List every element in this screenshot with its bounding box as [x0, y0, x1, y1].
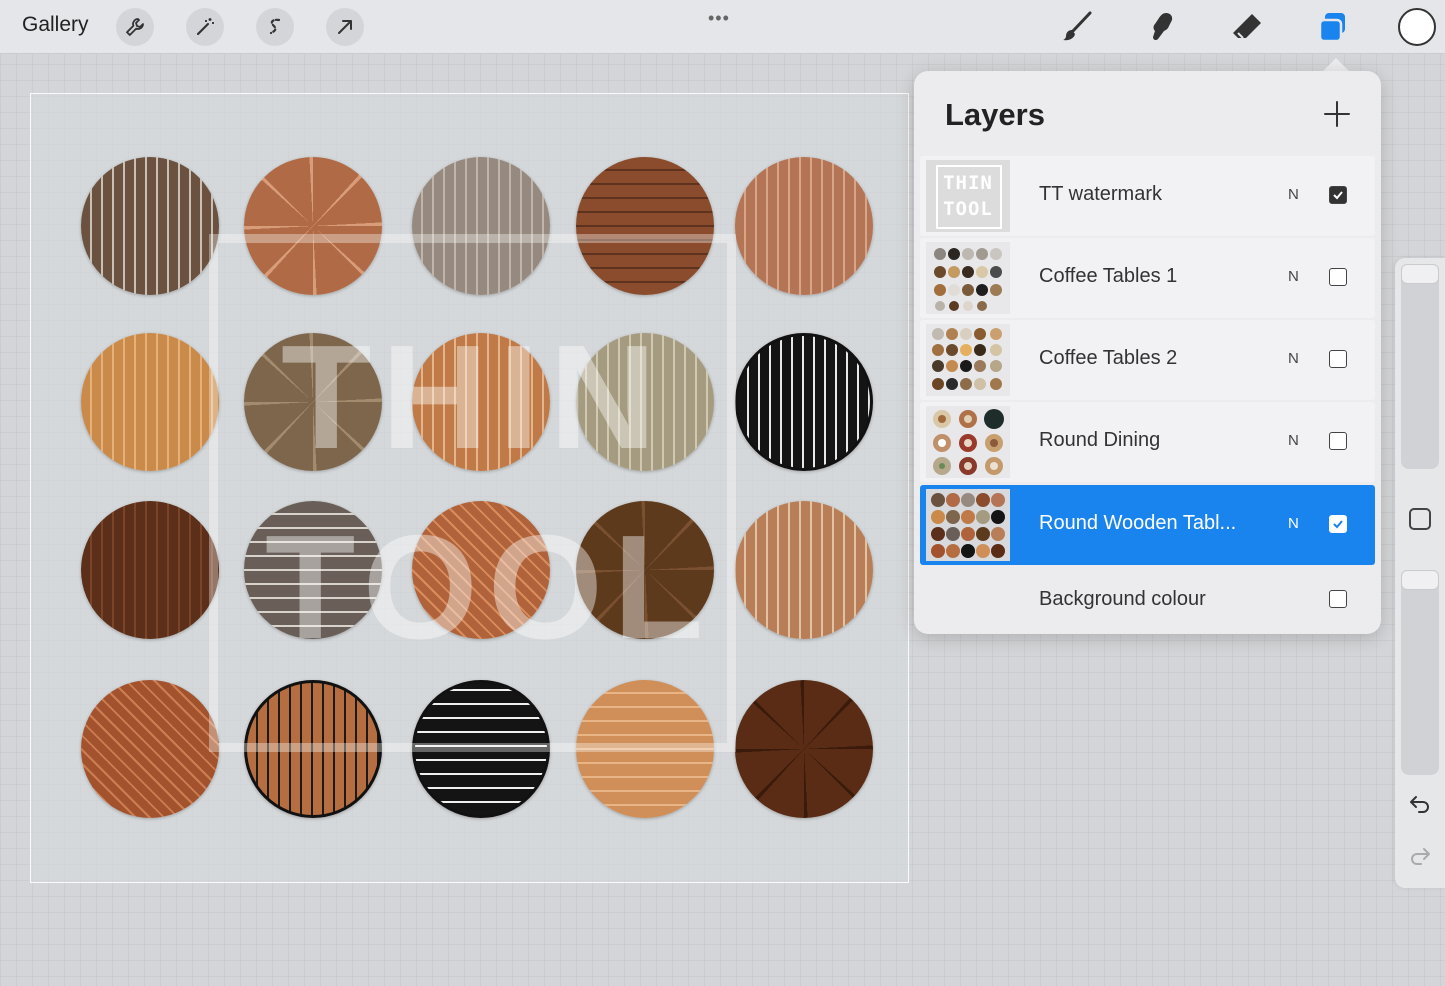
layers-panel-title: Layers	[945, 97, 1045, 132]
layer-row-coffee-tables-2[interactable]: Coffee Tables 2 N	[920, 320, 1375, 400]
watermark-text-bottom: TOOL	[265, 505, 714, 670]
watermark-frame	[209, 234, 736, 752]
brush-icon[interactable]	[1056, 8, 1098, 46]
layer-row-coffee-tables-1[interactable]: Coffee Tables 1 N	[920, 238, 1375, 318]
layer-row-round-dining[interactable]: Round Dining N	[920, 402, 1375, 482]
layer-thumbnail	[926, 324, 1010, 396]
brush-size-handle[interactable]	[1401, 264, 1439, 284]
transform-arrow-icon[interactable]	[326, 8, 364, 46]
table-disc	[81, 680, 219, 818]
brush-size-slider[interactable]	[1401, 264, 1439, 469]
layer-visibility-checkbox[interactable]	[1329, 432, 1347, 450]
layer-name: TT watermark	[1039, 183, 1162, 205]
table-disc	[735, 333, 873, 471]
layer-visibility-checkbox[interactable]	[1329, 515, 1347, 533]
blend-mode-button[interactable]: N	[1288, 515, 1299, 532]
layer-thumbnail	[926, 242, 1010, 314]
thumb-round-dining	[933, 409, 1004, 475]
blend-mode-button[interactable]: N	[1288, 268, 1299, 285]
layer-visibility-checkbox[interactable]	[1329, 186, 1347, 204]
table-disc	[244, 157, 382, 295]
layer-name: Coffee Tables 1	[1039, 265, 1178, 287]
blend-mode-button[interactable]: N	[1288, 350, 1299, 367]
layer-thumbnail: THIN TOOL	[926, 160, 1010, 232]
thumb-coffee-tables-2	[932, 328, 1002, 390]
opacity-handle[interactable]	[1401, 570, 1439, 590]
table-disc	[576, 680, 714, 818]
table-disc	[81, 501, 219, 639]
selection-icon[interactable]	[256, 8, 294, 46]
undo-icon[interactable]	[1408, 792, 1432, 821]
color-picker-button[interactable]	[1398, 8, 1436, 46]
layers-panel: Layers THIN TOOL TT watermark N Coffee T…	[914, 71, 1381, 634]
table-disc	[412, 680, 550, 818]
opacity-slider[interactable]	[1401, 570, 1439, 775]
gallery-button[interactable]: Gallery	[22, 13, 89, 37]
layers-icon[interactable]	[1311, 8, 1353, 46]
layers-panel-pointer	[1322, 58, 1350, 72]
layer-name: Round Dining	[1039, 429, 1161, 451]
right-sidebar	[1395, 258, 1445, 888]
table-disc	[576, 157, 714, 295]
layer-name: Coffee Tables 2	[1039, 347, 1178, 369]
blend-mode-button[interactable]: N	[1288, 186, 1299, 203]
table-disc	[412, 157, 550, 295]
background-visibility-checkbox[interactable]	[1329, 590, 1347, 608]
thumb-watermark-line1: THIN	[943, 172, 993, 194]
more-options-button[interactable]: •••	[708, 8, 730, 29]
layer-thumbnail	[926, 489, 1010, 561]
table-disc	[81, 333, 219, 471]
layer-row-tt-watermark[interactable]: THIN TOOL TT watermark N	[920, 156, 1375, 236]
smudge-icon[interactable]	[1141, 8, 1183, 46]
thumb-watermark-line2: TOOL	[943, 198, 993, 220]
background-colour-label: Background colour	[1039, 588, 1206, 610]
redo-icon[interactable]	[1408, 844, 1432, 873]
eraser-icon[interactable]	[1226, 8, 1268, 46]
table-disc	[244, 680, 382, 818]
blend-mode-button[interactable]: N	[1288, 432, 1299, 449]
artwork-canvas[interactable]: THIN TOOL	[30, 93, 909, 883]
thumb-coffee-tables-1	[934, 248, 1002, 311]
layer-visibility-checkbox[interactable]	[1329, 350, 1347, 368]
top-toolbar: Gallery •••	[0, 0, 1445, 54]
wrench-icon[interactable]	[116, 8, 154, 46]
layer-row-round-wooden-tables[interactable]: Round Wooden Tabl... N	[920, 485, 1375, 565]
layer-name: Round Wooden Tabl...	[1039, 512, 1237, 534]
table-disc	[735, 157, 873, 295]
modify-button[interactable]	[1409, 508, 1431, 530]
layer-visibility-checkbox[interactable]	[1329, 268, 1347, 286]
table-disc	[735, 501, 873, 639]
magic-wand-icon[interactable]	[186, 8, 224, 46]
add-layer-button[interactable]	[1320, 97, 1354, 131]
table-disc	[735, 680, 873, 818]
layer-thumbnail	[926, 406, 1010, 478]
background-colour-row[interactable]: Background colour	[920, 568, 1375, 628]
table-disc	[81, 157, 219, 295]
watermark-text-top: THIN	[281, 315, 667, 480]
thumb-round-wooden-tables	[931, 493, 1005, 558]
